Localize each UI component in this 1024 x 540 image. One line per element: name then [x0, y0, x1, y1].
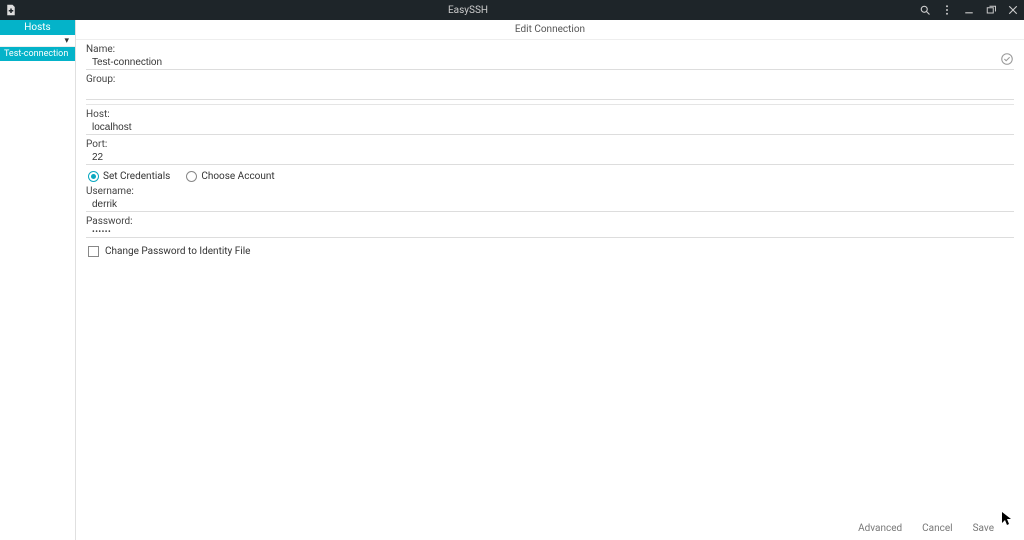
window-title: EasySSH: [18, 5, 918, 16]
minimize-icon[interactable]: [962, 3, 976, 17]
checkbox-icon: [88, 246, 99, 257]
chevron-down-icon: ▾: [64, 36, 69, 46]
port-input[interactable]: [86, 152, 1014, 163]
titlebar: EasySSH: [0, 0, 1024, 20]
radio-circle-icon: [186, 171, 197, 182]
radio-label: Choose Account: [201, 171, 274, 182]
field-group: Group:: [86, 74, 1014, 100]
checkbox-identity-file[interactable]: Change Password to Identity File: [86, 242, 1014, 261]
host-input[interactable]: [86, 122, 1014, 133]
divider: [86, 104, 1014, 105]
name-label: Name:: [86, 44, 1014, 55]
port-label: Port:: [86, 139, 1014, 150]
dialog-footer: Advanced Cancel Save: [76, 516, 1024, 540]
password-input[interactable]: ••••••: [86, 227, 1014, 236]
radio-set-credentials[interactable]: Set Credentials: [88, 171, 170, 182]
sidebar-dropdown-toggle[interactable]: ▾: [0, 35, 75, 47]
save-button[interactable]: Save: [973, 523, 994, 534]
password-label: Password:: [86, 216, 1014, 227]
checkbox-label: Change Password to Identity File: [105, 246, 250, 257]
main-panel: Edit Connection Name: Group: Host:: [76, 20, 1024, 540]
dialog-title: Edit Connection: [76, 20, 1024, 40]
sidebar: Hosts ▾ Test-connection: [0, 20, 76, 540]
field-username: Username:: [86, 186, 1014, 212]
search-icon[interactable]: [918, 3, 932, 17]
advanced-button[interactable]: Advanced: [858, 523, 902, 534]
close-icon[interactable]: [1006, 3, 1020, 17]
username-label: Username:: [86, 186, 1014, 197]
new-file-icon[interactable]: [4, 3, 18, 17]
name-input[interactable]: [86, 57, 1014, 68]
radio-dot-icon: [88, 171, 99, 182]
username-input[interactable]: [86, 199, 1014, 210]
field-port: Port:: [86, 139, 1014, 165]
more-icon[interactable]: [940, 3, 954, 17]
sidebar-item-test-connection[interactable]: Test-connection: [0, 47, 75, 61]
field-password: Password: ••••••: [86, 216, 1014, 238]
field-host: Host:: [86, 109, 1014, 135]
field-name: Name:: [86, 44, 1014, 70]
sidebar-header[interactable]: Hosts: [0, 20, 75, 35]
radio-choose-account[interactable]: Choose Account: [186, 171, 274, 182]
restore-icon[interactable]: [984, 3, 998, 17]
sidebar-item-label: Test-connection: [4, 49, 68, 59]
cancel-button[interactable]: Cancel: [922, 523, 952, 534]
group-input[interactable]: [86, 87, 1014, 98]
group-label: Group:: [86, 74, 1014, 85]
host-label: Host:: [86, 109, 1014, 120]
radio-label: Set Credentials: [103, 171, 170, 182]
check-icon: [1000, 52, 1014, 66]
